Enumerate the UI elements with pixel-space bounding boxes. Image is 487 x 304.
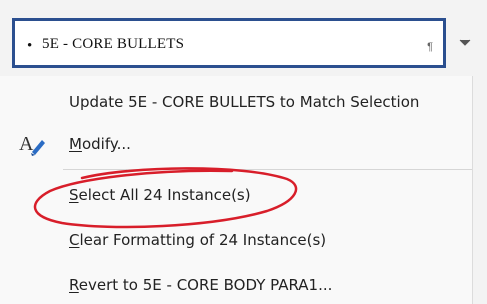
clear-formatting-menu-item[interactable]: Clear Formatting of 24 Instance(s) (0, 220, 472, 260)
revert-style-label: Revert to 5E - CORE BODY PARA1... (69, 276, 332, 294)
clear-formatting-label: Clear Formatting of 24 Instance(s) (69, 231, 326, 249)
select-all-label: Select All 24 Instance(s) (69, 186, 251, 204)
style-context-menu: Update 5E - CORE BULLETS to Match Select… (0, 76, 473, 304)
svg-text:A: A (19, 133, 34, 155)
select-all-instances-menu-item[interactable]: Select All 24 Instance(s) (0, 175, 472, 215)
modify-label-rest: odify... (81, 135, 131, 153)
select-label-rest: elect All 24 Instance(s) (78, 186, 251, 204)
style-name-box[interactable]: • 5E - CORE BULLETS ¶ (12, 18, 446, 68)
update-style-menu-item[interactable]: Update 5E - CORE BULLETS to Match Select… (0, 82, 472, 122)
style-dropdown-button[interactable] (451, 22, 479, 64)
modify-mnemonic: M (69, 135, 82, 153)
modify-style-menu-item[interactable]: A Modify... (0, 124, 472, 164)
clear-mnemonic: C (69, 231, 80, 249)
revert-mnemonic: R (69, 276, 79, 294)
paragraph-mark-icon: ¶ (427, 41, 433, 53)
modify-style-label: Modify... (69, 135, 131, 153)
revert-style-menu-item[interactable]: Revert to 5E - CORE BODY PARA1... (0, 265, 472, 304)
style-bullet: • (27, 38, 33, 54)
clear-label-rest: lear Formatting of 24 Instance(s) (79, 231, 327, 249)
style-context-menu-view: • 5E - CORE BULLETS ¶ Update 5E - CORE B… (0, 0, 487, 304)
style-name: 5E - CORE BULLETS (42, 36, 185, 52)
revert-label-rest: evert to 5E - CORE BODY PARA1... (78, 276, 333, 294)
chevron-down-icon (459, 39, 471, 47)
update-style-label: Update 5E - CORE BULLETS to Match Select… (69, 93, 420, 111)
select-mnemonic: S (69, 186, 79, 204)
menu-separator (63, 169, 472, 170)
modify-style-icon: A (17, 130, 47, 158)
